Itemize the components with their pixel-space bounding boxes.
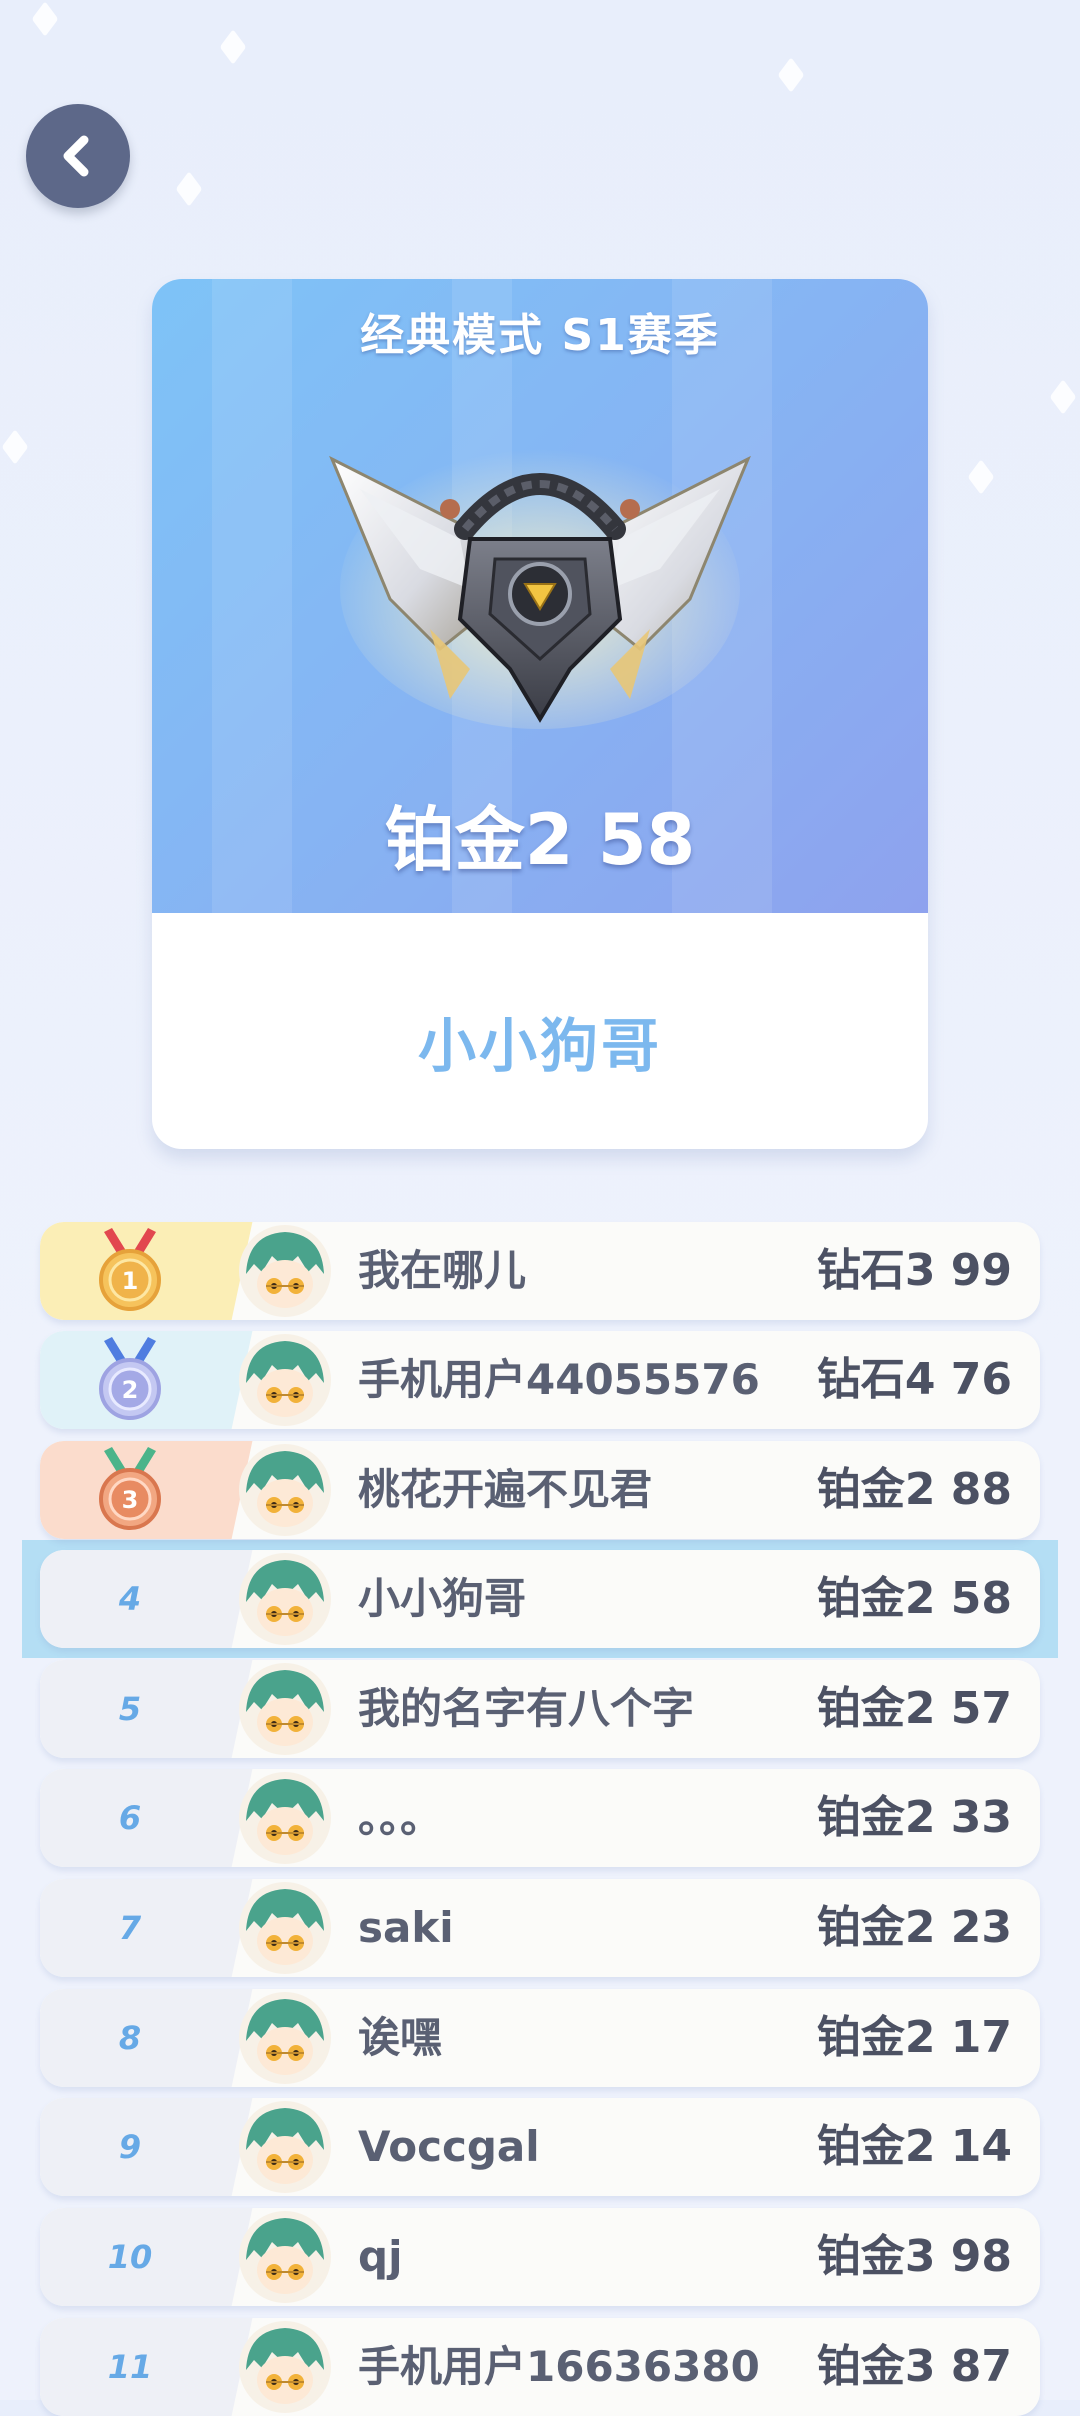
player-name-cell: 诶嘿 [358,2013,443,2062]
player-name-cell: saki [358,1903,454,1952]
player-name-cell: 桃花开遍不见君 [358,1465,653,1514]
rank-number: 4 [118,1580,142,1618]
rank-cell: 1 [40,1222,220,1320]
sparkle-decoration [777,57,805,93]
rank-number: 8 [118,2019,142,2057]
sparkle-decoration [1049,379,1077,415]
score-cell: 铂金2 33 [816,1792,1012,1843]
rank-cell: 11 [40,2318,220,2416]
avatar [239,1992,331,2084]
silver-medal-icon: 2 [99,1337,161,1420]
rank-cell: 7 [40,1879,220,1977]
player-name-cell: 手机用户44055576 [358,1355,760,1404]
rank-cell: 8 [40,1989,220,2087]
score-cell: 铂金2 14 [816,2121,1012,2172]
score-cell: 铂金2 88 [816,1464,1012,1515]
rank-cell: 9 [40,2098,220,2196]
rank-number: 9 [118,2128,142,2166]
rank-cell: 2 [40,1331,220,1429]
rank-cell: 3 [40,1441,220,1539]
avatar [239,1334,331,1426]
player-name: 小小狗哥 [417,1012,662,1080]
avatar [239,1444,331,1536]
score-cell: 铂金3 87 [816,2341,1012,2392]
bronze-medal-icon: 3 [99,1447,161,1530]
avatar [239,1663,331,1755]
leaderboard-row[interactable]: 2 手机用户44055576 钻石4 76 [40,1331,1040,1429]
player-name-cell: Voccgal [358,2122,540,2171]
leaderboard-row[interactable]: 9 Voccgal 铂金2 14 [40,2098,1040,2196]
rank-card: 经典模式 S1赛季 铂金2 58 小小狗哥 [152,279,928,1149]
sparkle-decoration [219,29,247,65]
score-cell: 铂金2 23 [816,1902,1012,1953]
score-cell: 钻石3 99 [816,1245,1012,1296]
score-cell: 铂金2 17 [816,2012,1012,2063]
score-cell: 铂金3 98 [816,2231,1012,2282]
leaderboard-row[interactable]: 11 手机用户16636380 铂金3 87 [40,2318,1040,2416]
avatar [239,2211,331,2303]
svg-text:1: 1 [122,1267,139,1295]
avatar [239,2101,331,2193]
rank-cell: 4 [40,1550,220,1648]
season-title: 经典模式 S1赛季 [360,310,720,361]
leaderboard-row[interactable]: 6 。。。 铂金2 33 [40,1769,1040,1867]
leaderboard-row[interactable]: 3 桃花开遍不见君 铂金2 88 [40,1441,1040,1539]
rank-number: 11 [107,2348,153,2386]
avatar [239,1225,331,1317]
avatar [239,1882,331,1974]
rank-number: 7 [118,1909,142,1947]
gold-medal-icon: 1 [99,1228,161,1311]
sparkle-decoration [967,459,995,495]
rank-number: 10 [107,2238,153,2276]
rank-number: 6 [118,1799,142,1837]
chevron-left-icon [63,135,89,177]
score-cell: 铂金2 58 [816,1573,1012,1624]
player-name-cell: 小小狗哥 [358,1574,527,1623]
rank-cell: 10 [40,2208,220,2306]
score-cell: 钻石4 76 [816,1354,1012,1405]
leaderboard-row[interactable]: 7 saki 铂金2 23 [40,1879,1040,1977]
player-name-cell: qj [358,2232,403,2281]
leaderboard-row[interactable]: 10 qj 铂金3 98 [40,2208,1040,2306]
rank-number: 5 [118,1690,142,1728]
svg-text:2: 2 [122,1376,139,1404]
sparkle-decoration [1,429,29,465]
player-name-cell: 手机用户16636380 [358,2342,760,2391]
rank-cell: 6 [40,1769,220,1867]
rank-cell: 5 [40,1660,220,1758]
player-name-cell: 我的名字有八个字 [358,1684,695,1733]
sparkle-decoration [175,171,203,207]
platinum-winged-badge-icon [329,449,751,729]
leaderboard-row-current-user[interactable]: 4 小小狗哥 铂金2 58 [40,1550,1040,1648]
leaderboard-row[interactable]: 5 我的名字有八个字 铂金2 57 [40,1660,1040,1758]
rank-card-header: 经典模式 S1赛季 铂金2 58 [152,279,928,913]
svg-text:3: 3 [122,1486,139,1514]
back-button[interactable] [26,104,130,208]
avatar [239,1772,331,1864]
score-cell: 铂金2 57 [816,1683,1012,1734]
player-name-cell: 。。。 [358,1793,443,1842]
leaderboard-row[interactable]: 1 我在哪儿 钻石3 99 [40,1222,1040,1320]
avatar [239,1553,331,1645]
leaderboard-row[interactable]: 8 诶嘿 铂金2 17 [40,1989,1040,2087]
sparkle-decoration [31,1,59,37]
current-rank-text: 铂金2 58 [384,799,696,881]
player-name-cell: 我在哪儿 [358,1246,527,1295]
